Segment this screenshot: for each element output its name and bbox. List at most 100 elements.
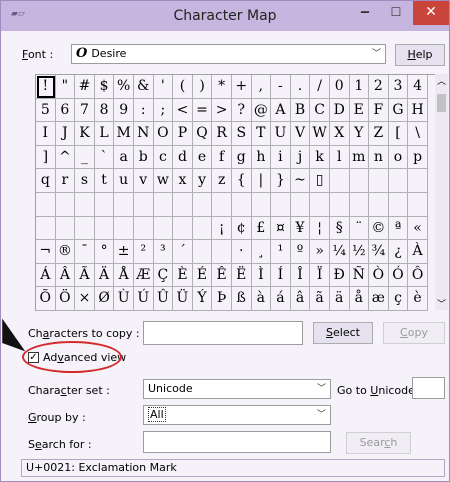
character-cell[interactable]: Æ (133, 263, 154, 288)
character-set-select[interactable]: Unicode ﹀ (143, 379, 331, 399)
character-cell[interactable] (329, 192, 350, 217)
character-cell[interactable]: c (153, 145, 174, 170)
character-cell[interactable]: = (192, 98, 213, 123)
character-cell[interactable] (114, 216, 134, 241)
character-cell[interactable]: [ (388, 122, 409, 146)
minimize-button[interactable]: ‒ (351, 1, 379, 25)
character-cell[interactable]: ² (133, 240, 154, 264)
character-cell[interactable]: ] (36, 145, 56, 170)
character-cell[interactable] (388, 192, 409, 217)
character-cell[interactable]: Ã (75, 263, 95, 288)
character-cell[interactable] (369, 192, 389, 217)
character-cell[interactable] (192, 192, 213, 217)
character-cell[interactable]: w (153, 169, 174, 193)
characters-to-copy-input[interactable] (143, 321, 303, 345)
character-cell[interactable]: S (231, 122, 252, 146)
character-cell[interactable]: & (133, 75, 154, 99)
character-cell[interactable]: B (290, 98, 311, 123)
character-cell[interactable]: U (271, 122, 291, 146)
character-cell[interactable]: o (388, 145, 409, 170)
character-cell[interactable]: / (310, 75, 330, 99)
character-cell[interactable]: % (114, 75, 134, 99)
character-cell[interactable]: Î (290, 263, 311, 288)
character-cell[interactable] (369, 169, 389, 193)
character-grid[interactable]: ! " # $% & '() * +, -./0 1 2 3 4 5 6 7 8 9:; < = >? @ A B C D E F G H… (35, 74, 436, 311)
character-cell[interactable]: ▯ (310, 169, 330, 193)
character-cell[interactable]: Ô (408, 263, 428, 288)
character-cell[interactable] (231, 192, 252, 217)
character-cell[interactable]: Ë (231, 263, 252, 288)
character-cell[interactable]: u (114, 169, 134, 193)
character-cell[interactable]: ä (329, 287, 350, 311)
character-cell[interactable]: K (75, 122, 95, 146)
title-bar[interactable]: ▰▱ Character Map ‒ ☐ ✕ (1, 1, 449, 31)
character-cell[interactable]: C (310, 98, 330, 123)
character-cell[interactable]: £ (251, 216, 272, 241)
character-cell[interactable]: W (310, 122, 330, 146)
character-cell[interactable]: ° (94, 240, 115, 264)
grid-scrollbar[interactable]: ︿ ﹀ (435, 74, 448, 310)
character-cell[interactable]: ¢ (231, 216, 252, 241)
character-cell[interactable]: I (36, 122, 56, 146)
character-cell[interactable]: # (75, 75, 95, 99)
character-cell[interactable]: º (290, 240, 311, 264)
character-cell[interactable] (349, 169, 370, 193)
character-cell[interactable]: 2 (369, 75, 389, 99)
character-cell[interactable]: < (173, 98, 193, 123)
character-cell[interactable]: ª (388, 216, 409, 241)
character-cell[interactable]: ; (153, 98, 174, 123)
character-cell[interactable]: k (310, 145, 330, 170)
close-button[interactable]: ✕ (413, 1, 449, 25)
character-cell[interactable]: b (133, 145, 154, 170)
character-cell[interactable]: d (173, 145, 193, 170)
character-cell[interactable]: _ (75, 145, 95, 170)
character-cell[interactable]: à (251, 287, 272, 311)
copy-button[interactable]: Copy (383, 322, 445, 344)
go-to-unicode-input[interactable] (412, 377, 445, 399)
character-cell[interactable]: t (94, 169, 115, 193)
character-cell[interactable]: ´ (173, 240, 193, 264)
character-cell[interactable]: 6 (55, 98, 76, 123)
character-cell[interactable]: © (369, 216, 389, 241)
character-cell[interactable] (55, 216, 76, 241)
character-cell[interactable]: ß (231, 287, 252, 311)
character-cell[interactable]: * (212, 75, 232, 99)
character-cell[interactable]: L (94, 122, 115, 146)
character-cell[interactable]: F (369, 98, 389, 123)
character-cell[interactable]: ® (55, 240, 76, 264)
character-cell[interactable]: ¸ (251, 240, 272, 264)
group-by-select[interactable]: All ﹀ (143, 405, 331, 425)
character-cell[interactable] (192, 240, 213, 264)
character-cell[interactable]: Ú (133, 287, 154, 311)
character-cell[interactable] (36, 192, 56, 217)
character-cell[interactable]: Í (271, 263, 291, 288)
character-cell[interactable]: ` (94, 145, 115, 170)
character-cell[interactable]: O (153, 122, 174, 146)
character-cell[interactable] (408, 192, 428, 217)
character-cell[interactable]: è (408, 287, 428, 311)
character-cell[interactable]: ! (36, 75, 56, 99)
character-cell[interactable]: $ (94, 75, 115, 99)
character-cell[interactable]: ¤ (271, 216, 291, 241)
character-cell[interactable]: ' (153, 75, 174, 99)
character-cell[interactable]: Ö (55, 287, 76, 311)
character-cell[interactable]: x (173, 169, 193, 193)
character-cell[interactable]: Þ (212, 287, 232, 311)
character-cell[interactable] (36, 216, 56, 241)
character-cell[interactable]: 3 (388, 75, 409, 99)
character-cell[interactable]: X (329, 122, 350, 146)
character-cell[interactable] (133, 216, 154, 241)
character-cell[interactable]: ¾ (369, 240, 389, 264)
character-cell[interactable]: ç (388, 287, 409, 311)
character-cell[interactable] (173, 216, 193, 241)
character-cell[interactable] (310, 192, 330, 217)
character-cell[interactable]: Ì (251, 263, 272, 288)
character-cell[interactable]: ¼ (329, 240, 350, 264)
character-cell[interactable] (153, 192, 174, 217)
character-cell[interactable] (251, 192, 272, 217)
character-cell[interactable]: Ü (173, 287, 193, 311)
character-cell[interactable] (173, 192, 193, 217)
character-cell[interactable]: Ð (329, 263, 350, 288)
character-cell[interactable]: Ç (153, 263, 174, 288)
character-cell[interactable]: | (251, 169, 272, 193)
